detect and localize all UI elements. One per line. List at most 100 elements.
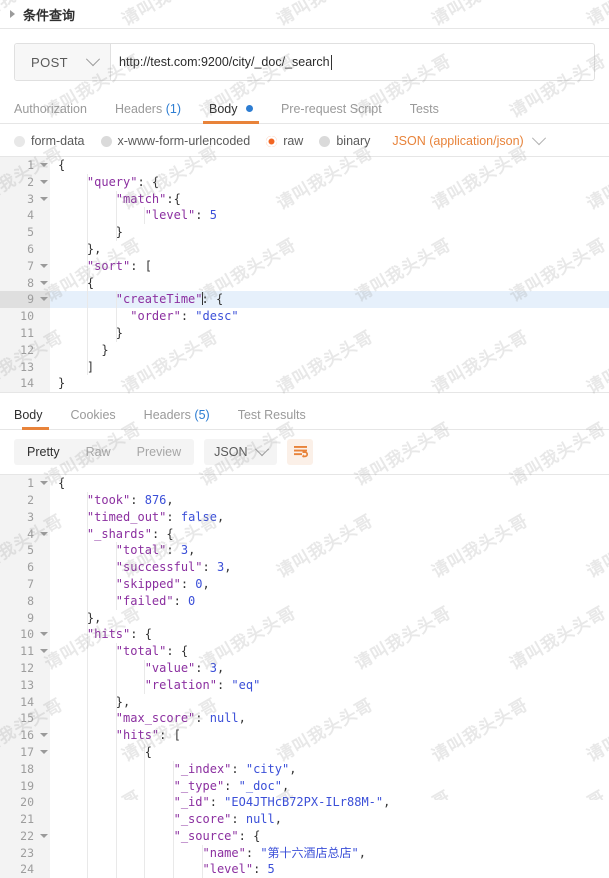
code-line[interactable]: 12 "value": 3, [0, 659, 609, 677]
line-number: 9 [0, 291, 38, 309]
fold-toggle-icon[interactable] [38, 274, 50, 292]
code-line[interactable]: 6 "successful": 3, [0, 559, 609, 576]
code-line[interactable]: 6 }, [0, 240, 609, 258]
line-number: 5 [0, 542, 38, 560]
fold-toggle-icon[interactable] [38, 190, 50, 208]
response-tab-headers[interactable]: Headers (5) [130, 408, 224, 429]
line-number: 19 [0, 777, 38, 795]
code-line[interactable]: 4 "_shards": { [0, 525, 609, 543]
code-line[interactable]: 17 { [0, 743, 609, 761]
fold-toggle-icon[interactable] [38, 727, 50, 744]
code-line[interactable]: 4 "level": 5 [0, 207, 609, 225]
code-line[interactable]: 10 "hits": { [0, 626, 609, 644]
code-text: "_score": null, [50, 811, 609, 828]
response-tab-cookies[interactable]: Cookies [57, 408, 130, 429]
code-line[interactable]: 15 "max_score": null, [0, 710, 609, 728]
code-text: "timed_out": false, [86, 508, 225, 526]
code-line[interactable]: 9 "createTime": { [0, 291, 609, 309]
url-text: http://test.com:9200/city/_doc/_search [119, 55, 330, 69]
view-mode-raw[interactable]: Raw [73, 439, 124, 465]
code-line[interactable]: 16 "hits": [ [0, 727, 609, 744]
code-line[interactable]: 1{ [0, 157, 609, 174]
code-line[interactable]: 20 "_id": "EO4JTHcB72PX-ILr88M-", [0, 794, 609, 812]
code-text: }, [58, 240, 102, 258]
code-line[interactable]: 7 "sort": [ [0, 257, 609, 275]
code-line[interactable]: 5 } [0, 224, 609, 241]
tab-pre-request-script[interactable]: Pre-request Script [267, 102, 396, 123]
http-method-selector[interactable]: POST [15, 44, 111, 80]
code-text: "value": 3, [50, 659, 609, 677]
code-line[interactable]: 1{ [0, 475, 609, 492]
fold-spacer [38, 777, 50, 795]
fold-toggle-icon[interactable] [38, 643, 50, 660]
code-line[interactable]: 5 "total": 3, [0, 542, 609, 560]
url-input[interactable]: http://test.com:9200/city/_doc/_search [111, 44, 594, 80]
code-line[interactable]: 13 ] [0, 358, 609, 376]
code-line[interactable]: 19 "_type": "_doc", [0, 777, 609, 795]
fold-spacer [38, 760, 50, 778]
code-line[interactable]: 24 "level": 5 [0, 861, 609, 878]
code-text: "total": { [50, 643, 609, 660]
tab-tests[interactable]: Tests [396, 102, 453, 123]
code-line[interactable]: 7 "skipped": 0, [0, 575, 609, 593]
body-type-urlencoded[interactable]: x-www-form-urlencoded [100, 134, 250, 148]
code-line[interactable]: 11 "total": { [0, 643, 609, 660]
request-title-bar[interactable]: 条件查询 [0, 0, 609, 29]
code-line[interactable]: 9 }, [0, 609, 609, 627]
response-format-selector[interactable]: JSON [204, 439, 278, 466]
fold-toggle-icon[interactable] [38, 626, 50, 644]
radio-selected-icon[interactable] [266, 135, 278, 147]
fold-toggle-icon[interactable] [38, 291, 50, 309]
radio-icon[interactable] [100, 135, 112, 147]
tab-body[interactable]: Body [195, 102, 267, 124]
request-body-editor[interactable]: 1{2 "query": {3 "match":{4 "level": 55 }… [0, 156, 609, 393]
body-type-form-data[interactable]: form-data [14, 134, 85, 148]
code-text: "level": 5 [50, 207, 609, 225]
response-tab-test-results[interactable]: Test Results [224, 408, 320, 429]
fold-toggle-icon[interactable] [38, 525, 50, 543]
content-type-selector[interactable]: JSON (application/json) [392, 131, 546, 148]
fold-toggle-icon[interactable] [38, 827, 50, 845]
code-line[interactable]: 13 "relation": "eq" [0, 676, 609, 694]
code-line[interactable]: 3 "match":{ [0, 190, 609, 208]
code-line[interactable]: 2 "took": 876, [0, 491, 609, 509]
code-line[interactable]: 2 "query": { [0, 173, 609, 191]
body-type-label: binary [336, 134, 371, 148]
code-line[interactable]: 18 "_index": "city", [0, 760, 609, 778]
code-line[interactable]: 8 "failed": 0 [0, 592, 609, 610]
code-text: "hits": [ [50, 727, 609, 744]
code-line[interactable]: 12 } [0, 341, 609, 359]
fold-toggle-icon[interactable] [38, 157, 50, 174]
code-line[interactable]: 8 { [0, 274, 609, 292]
tab-label: Pre-request Script [280, 102, 382, 116]
body-type-raw[interactable]: raw [266, 134, 303, 148]
caret-right-icon[interactable] [10, 10, 15, 18]
response-body-editor[interactable]: 1{2 "took": 876, 3 "timed_out": false, 4 "… [0, 474, 609, 878]
view-mode-pretty[interactable]: Pretty [14, 439, 73, 465]
tab-headers[interactable]: Headers (1) [101, 102, 195, 123]
code-line[interactable]: 22 "_source": { [0, 827, 609, 845]
fold-toggle-icon[interactable] [38, 257, 50, 275]
code-text: { [58, 274, 95, 292]
wrap-text-button[interactable] [287, 439, 314, 466]
fold-toggle-icon[interactable] [38, 173, 50, 191]
code-line[interactable]: 21 "_score": null, [0, 811, 609, 828]
code-line[interactable]: 11 } [0, 324, 609, 342]
radio-icon[interactable] [14, 135, 25, 147]
body-type-binary[interactable]: binary [319, 134, 370, 148]
code-line[interactable]: 14} [0, 375, 609, 393]
code-line[interactable]: 23 "name": "第十六酒店总店", [0, 844, 609, 862]
radio-icon[interactable] [319, 135, 331, 147]
tab-authorization[interactable]: Authorization [14, 102, 101, 123]
response-toolbar: Pretty Raw Preview JSON [0, 430, 609, 474]
fold-toggle-icon[interactable] [38, 475, 50, 492]
fold-spacer [38, 542, 50, 560]
view-mode-preview[interactable]: Preview [124, 439, 194, 465]
code-line[interactable]: 10 "order": "desc" [0, 308, 609, 325]
line-number: 1 [0, 157, 38, 174]
fold-toggle-icon[interactable] [38, 743, 50, 761]
line-number: 4 [0, 525, 38, 543]
code-line[interactable]: 14 }, [0, 693, 609, 711]
response-tab-body[interactable]: Body [14, 408, 57, 431]
code-line[interactable]: 3 "timed_out": false, [0, 508, 609, 526]
